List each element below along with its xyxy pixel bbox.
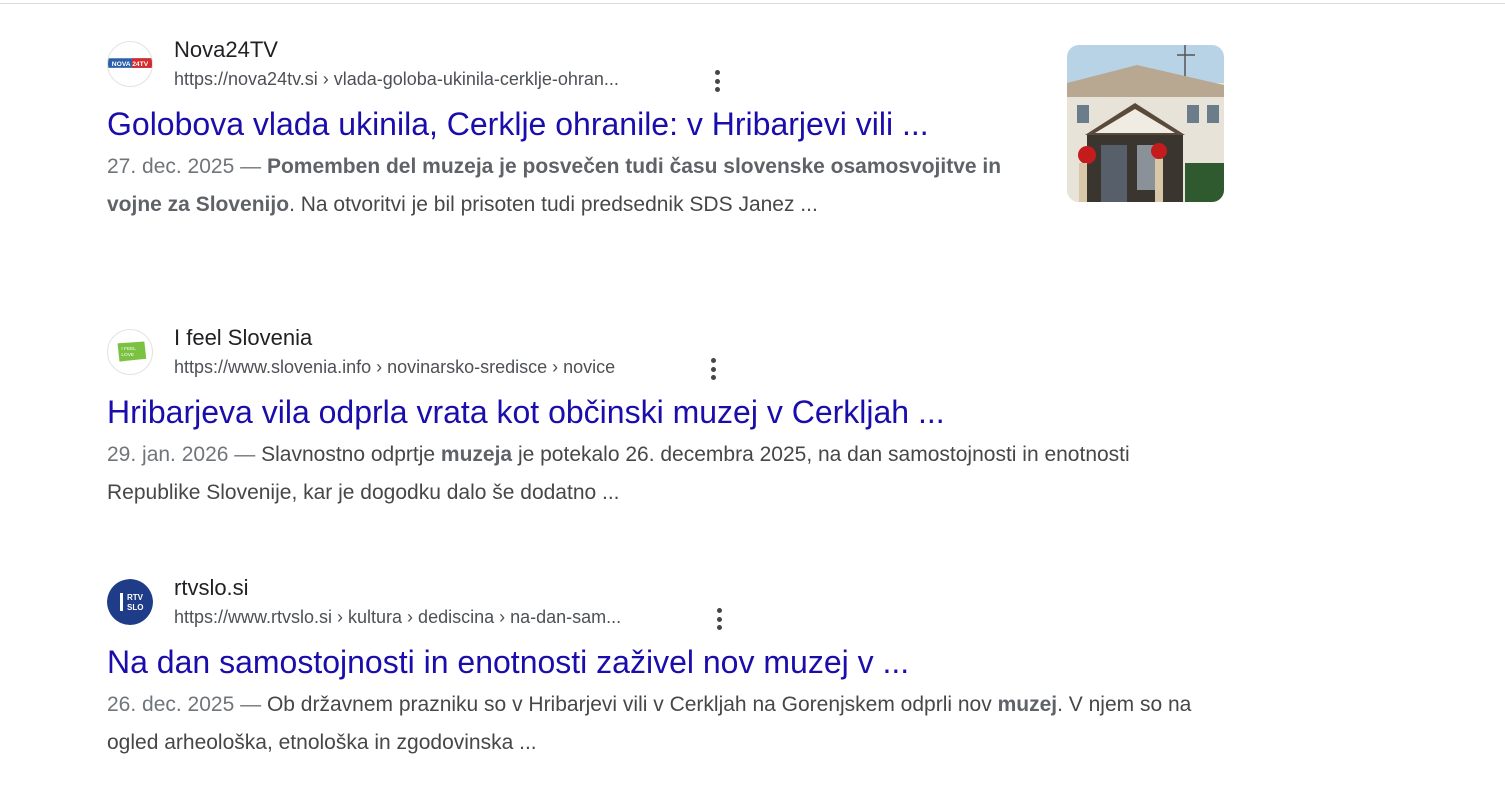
nova24tv-logo-icon: NOVA 24TV <box>107 41 153 87</box>
result-source[interactable]: NOVA 24TV Nova24TV https://nova24tv.si ›… <box>107 37 1047 101</box>
svg-text:LOVE: LOVE <box>121 352 134 358</box>
snippet-highlight: muzej <box>997 693 1058 716</box>
svg-text:I FEEL: I FEEL <box>121 346 136 352</box>
result-date: 29. jan. 2026 — <box>107 443 262 466</box>
snippet-text: Ob državnem prazniku so v Hribarjevi vil… <box>266 693 998 716</box>
site-name: rtvslo.si <box>174 575 249 600</box>
svg-text:SLO: SLO <box>127 603 143 612</box>
result-date: 27. dec. 2025 — <box>107 155 267 178</box>
result-snippet: 26. dec. 2025 — Ob državnem prazniku so … <box>107 686 1232 761</box>
snippet-highlight: muzeja <box>440 443 513 466</box>
search-result: I FEEL LOVE I feel Slovenia https://www.… <box>107 325 1197 511</box>
result-source[interactable]: RTV SLO rtvslo.si https://www.rtvslo.si … <box>107 575 1232 639</box>
site-url: https://www.slovenia.info › novinarsko-s… <box>174 357 616 377</box>
svg-text:RTV: RTV <box>127 593 144 602</box>
snippet-text: . Na otvoritvi je bil prisoten tudi pred… <box>289 192 818 216</box>
more-options-icon[interactable] <box>707 604 731 634</box>
result-date: 26. dec. 2025 — <box>107 693 267 716</box>
ifeelslovenia-logo-icon: I FEEL LOVE <box>107 329 153 375</box>
search-result: NOVA 24TV Nova24TV https://nova24tv.si ›… <box>107 37 1047 223</box>
result-source[interactable]: I FEEL LOVE I feel Slovenia https://www.… <box>107 325 1197 389</box>
site-url: https://nova24tv.si › vlada-goloba-ukini… <box>174 69 619 89</box>
result-snippet: 27. dec. 2025 — Pomemben del muzeja je p… <box>107 148 1047 223</box>
result-title-link[interactable]: Hribarjeva vila odprla vrata kot občinsk… <box>107 392 945 432</box>
site-url: https://www.rtvslo.si › kultura › dedisc… <box>174 607 622 627</box>
site-name: Nova24TV <box>174 37 278 62</box>
site-name: I feel Slovenia <box>174 325 313 350</box>
top-divider <box>0 3 1505 4</box>
result-snippet: 29. jan. 2026 — Slavnostno odprtje muzej… <box>107 436 1197 511</box>
rtvslo-logo-icon: RTV SLO <box>107 579 153 625</box>
result-title-link[interactable]: Golobova vlada ukinila, Cerklje ohranile… <box>107 104 929 144</box>
svg-text:NOVA 24TV: NOVA 24TV <box>112 61 149 68</box>
building-photo-thumbnail[interactable] <box>1067 45 1224 202</box>
more-options-icon[interactable] <box>701 354 725 384</box>
more-options-icon[interactable] <box>705 66 729 96</box>
search-result: RTV SLO rtvslo.si https://www.rtvslo.si … <box>107 575 1232 761</box>
result-title-link[interactable]: Na dan samostojnosti in enotnosti zažive… <box>107 642 909 682</box>
snippet-text: Slavnostno odprtje <box>261 443 441 466</box>
